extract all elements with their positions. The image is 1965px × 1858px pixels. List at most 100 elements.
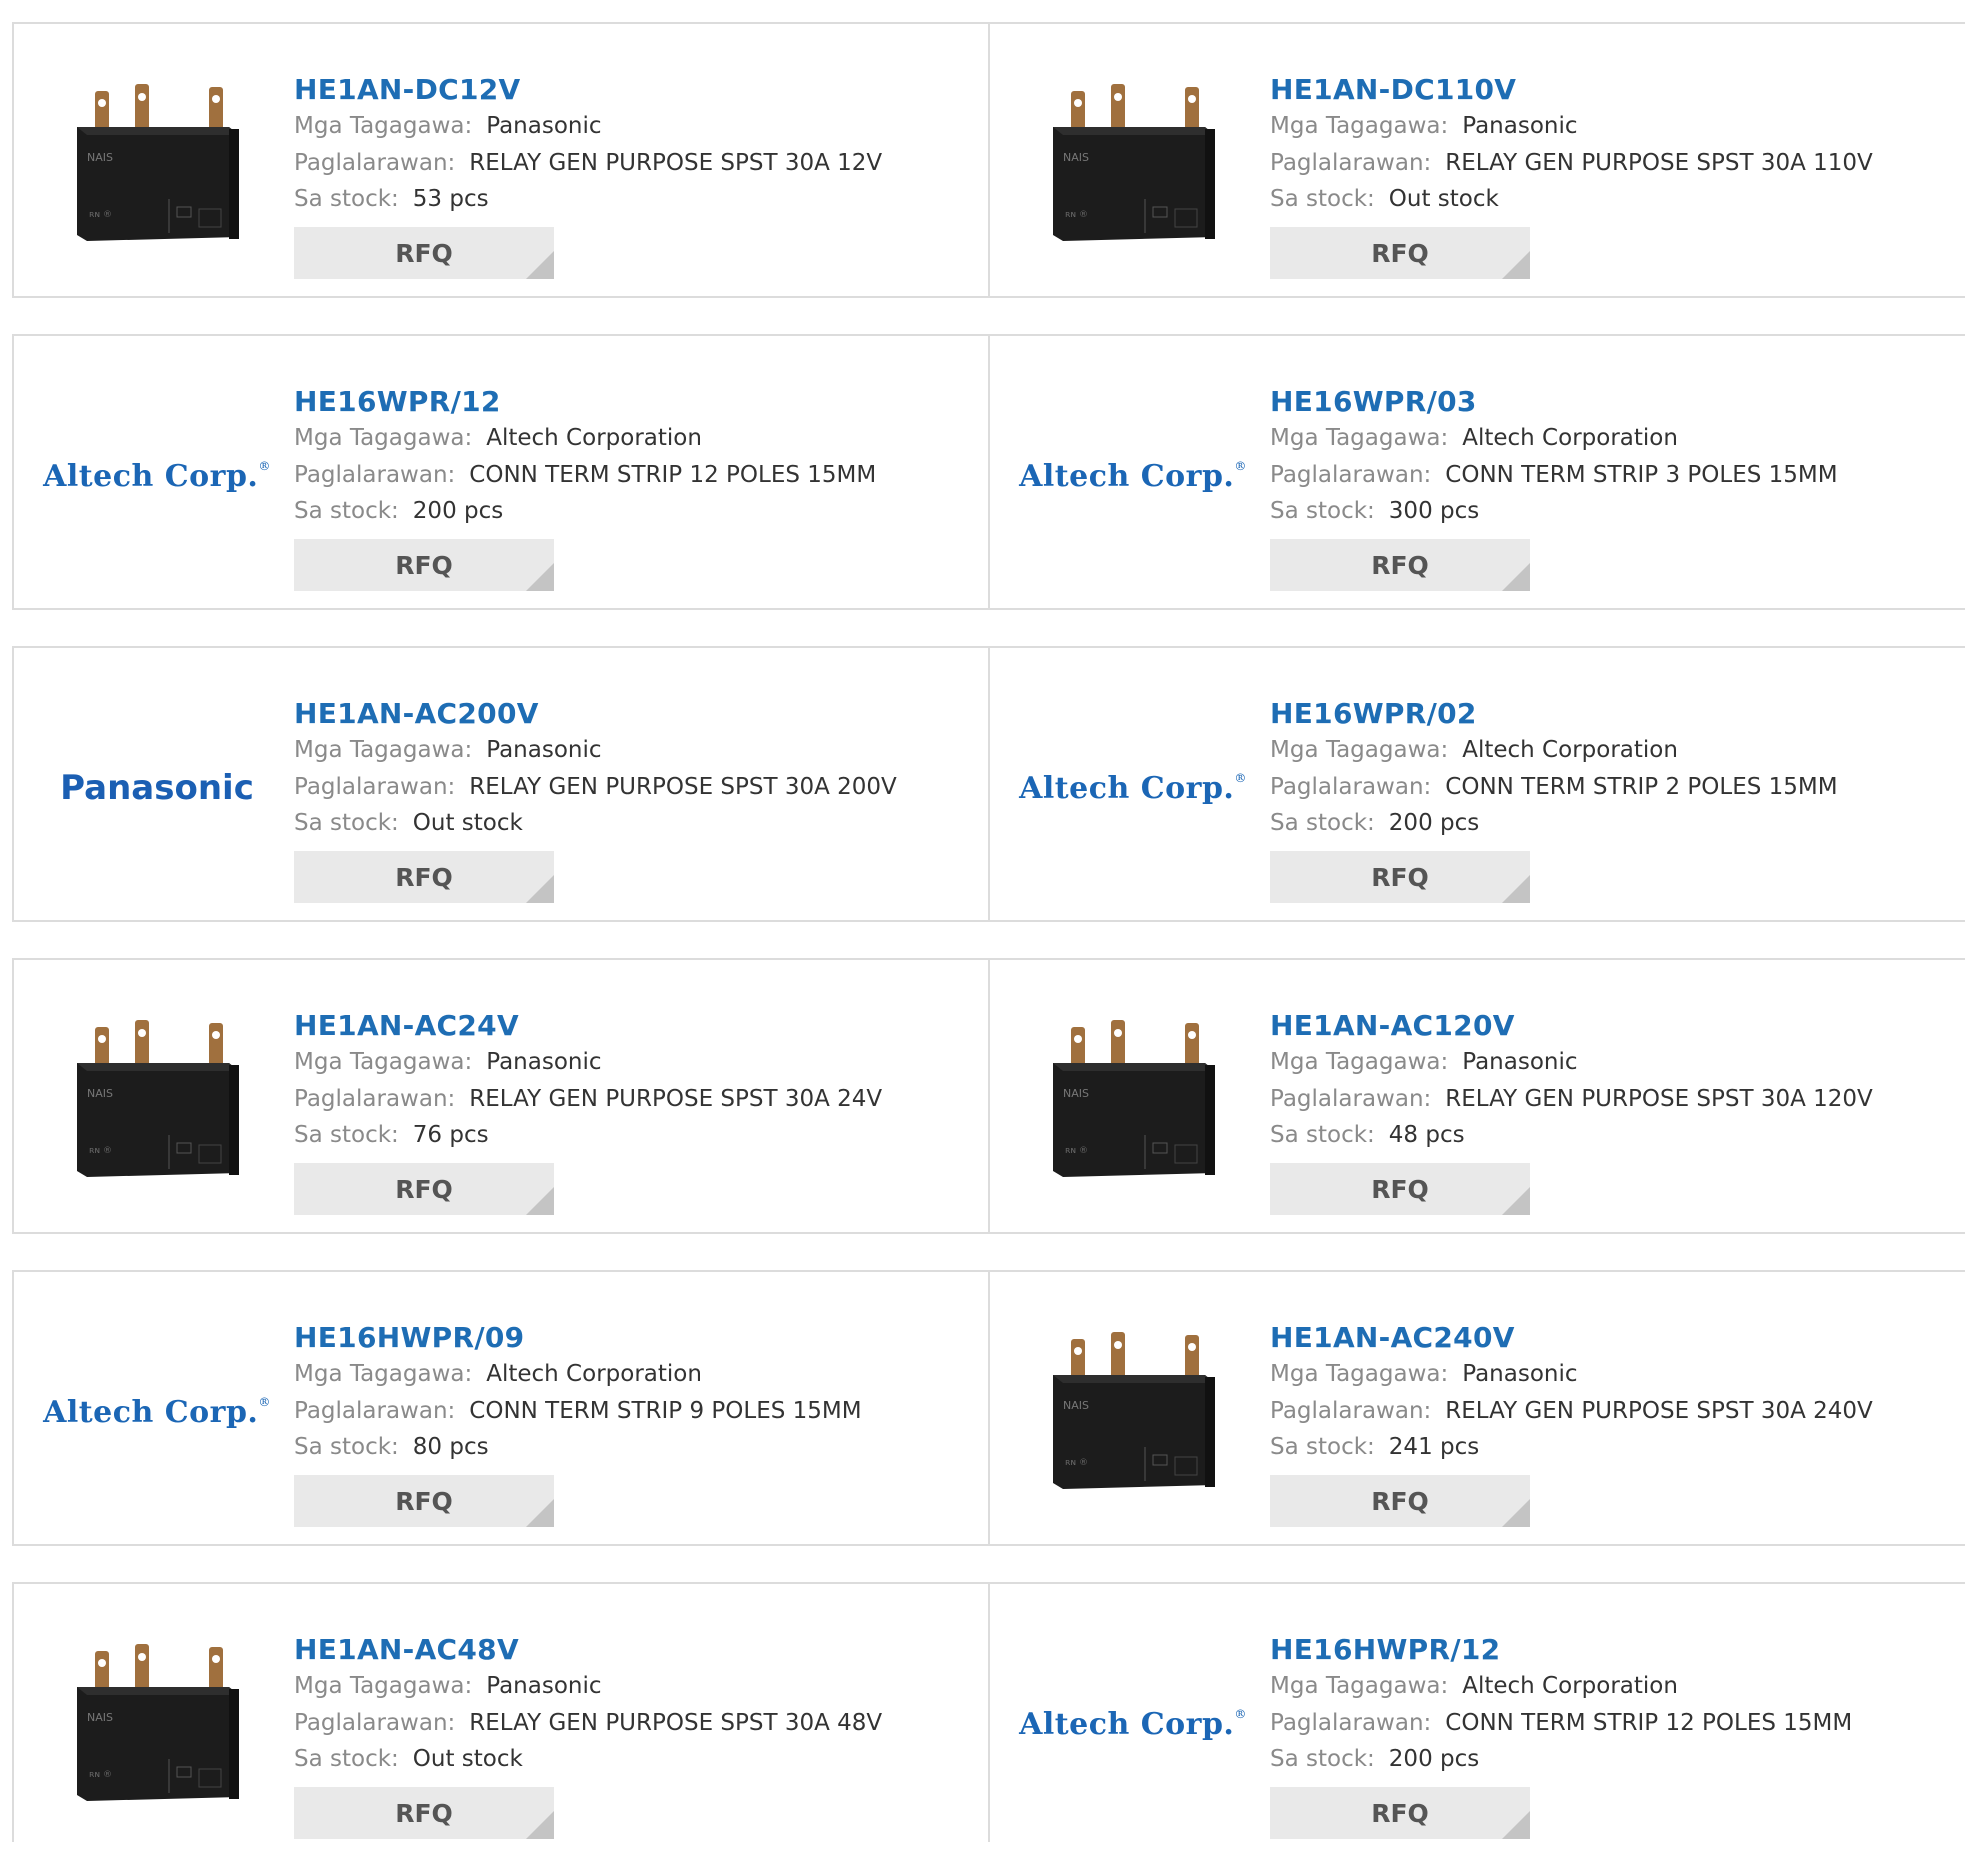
product-info: HE16WPR/12 Mga Tagagawa: Altech Corporatio… <box>294 384 876 591</box>
relay-product-image: NAIS ʀɴ ® <box>77 1020 239 1177</box>
description-label: Paglalarawan: <box>294 1086 456 1112</box>
rfq-button-label: RFQ <box>1371 862 1429 892</box>
stock-value: 241 pcs <box>1388 1434 1480 1460</box>
description-value: RELAY GEN PURPOSE SPST 30A 110V <box>1445 150 1873 176</box>
svg-text:ʀɴ ®: ʀɴ ® <box>89 1146 112 1156</box>
manufacturer-label: Mga Tagagawa: <box>1270 113 1449 139</box>
product-info: HE1AN-AC24V Mga Tagagawa: Panasonic Paglala… <box>294 1008 882 1215</box>
product-card: Altech Corp.® HE16WPR/03 Mga Tagagawa: Alte… <box>990 334 1965 610</box>
description: Paglalarawan: CONN TERM STRIP 3 POLES 15M… <box>1270 457 1838 494</box>
altech-logo[interactable]: Altech Corp.® <box>1019 376 1246 576</box>
panasonic-logo[interactable]: Panasonic <box>52 688 262 888</box>
corner-triangle-icon <box>526 1811 554 1839</box>
product-card: Panasonic HE1AN-AC200V Mga Tagagawa: Panaso… <box>12 646 990 922</box>
description-label: Paglalarawan: <box>1270 462 1432 488</box>
relay-product-image: NAIS ʀɴ ® <box>1053 1020 1215 1177</box>
manufacturer-label: Mga Tagagawa: <box>1270 1049 1449 1075</box>
stock: Sa stock: Out stock <box>1270 182 1873 217</box>
rfq-button[interactable]: RFQ <box>1270 851 1530 903</box>
svg-text:ʀɴ ®: ʀɴ ® <box>1065 210 1088 220</box>
part-number-link[interactable]: HE1AN-AC24V <box>294 1008 882 1044</box>
stock-label: Sa stock: <box>294 810 399 836</box>
stock-value: 200 pcs <box>1388 810 1480 836</box>
description-label: Paglalarawan: <box>294 1710 456 1736</box>
corner-triangle-icon <box>526 251 554 279</box>
description: Paglalarawan: RELAY GEN PURPOSE SPST 30A … <box>294 1705 882 1742</box>
rfq-button[interactable]: RFQ <box>1270 1787 1530 1839</box>
rfq-button[interactable]: RFQ <box>1270 1163 1530 1215</box>
product-card: NAIS ʀɴ ® HE1AN-AC120V Mga Tagagawa: Panas… <box>990 958 1965 1234</box>
description-label: Paglalarawan: <box>1270 1398 1432 1424</box>
rfq-button[interactable]: RFQ <box>1270 539 1530 591</box>
rfq-button[interactable]: RFQ <box>294 227 554 279</box>
product-card: NAIS ʀɴ ® HE1AN-DC110V Mga Tagagawa: Panas… <box>990 22 1965 298</box>
altech-logo[interactable]: Altech Corp.® <box>43 376 270 576</box>
product-row: NAIS ʀɴ ® HE1AN-AC24V Mga Tagagawa: Panaso… <box>12 958 1965 1234</box>
stock: Sa stock: 241 pcs <box>1270 1430 1873 1465</box>
part-number-link[interactable]: HE16WPR/12 <box>294 384 876 420</box>
manufacturer-label: Mga Tagagawa: <box>294 1361 473 1387</box>
description-value: RELAY GEN PURPOSE SPST 30A 120V <box>1445 1086 1873 1112</box>
product-card: NAIS ʀɴ ® HE1AN-DC12V Mga Tagagawa: Panaso… <box>12 22 990 298</box>
stock: Sa stock: 53 pcs <box>294 182 882 217</box>
product-thumbnail[interactable]: NAIS ʀɴ ® <box>1028 64 1238 264</box>
rfq-button-label: RFQ <box>1371 1486 1429 1516</box>
manufacturer: Mga Tagagawa: Altech Corporation <box>1270 732 1838 769</box>
stock: Sa stock: 200 pcs <box>1270 806 1838 841</box>
rfq-button[interactable]: RFQ <box>294 539 554 591</box>
rfq-button[interactable]: RFQ <box>1270 227 1530 279</box>
altech-logo-text: Altech Corp.® <box>43 458 271 494</box>
product-card: Altech Corp.® HE16HWPR/09 Mga Tagagawa: Alt… <box>12 1270 990 1546</box>
corner-triangle-icon <box>526 1187 554 1215</box>
part-number-link[interactable]: HE16WPR/02 <box>1270 696 1838 732</box>
part-number-link[interactable]: HE1AN-AC240V <box>1270 1320 1873 1356</box>
part-number-link[interactable]: HE1AN-AC200V <box>294 696 897 732</box>
part-number-link[interactable]: HE1AN-AC120V <box>1270 1008 1873 1044</box>
svg-text:ʀɴ ®: ʀɴ ® <box>89 1770 112 1780</box>
altech-logo[interactable]: Altech Corp.® <box>43 1312 270 1512</box>
manufacturer-label: Mga Tagagawa: <box>294 1673 473 1699</box>
description-value: RELAY GEN PURPOSE SPST 30A 240V <box>1445 1398 1873 1424</box>
product-thumbnail[interactable]: NAIS ʀɴ ® <box>52 64 262 264</box>
part-number-link[interactable]: HE16WPR/03 <box>1270 384 1838 420</box>
svg-text:NAIS: NAIS <box>1063 151 1089 164</box>
rfq-button-label: RFQ <box>395 1798 453 1828</box>
description-label: Paglalarawan: <box>1270 1710 1432 1736</box>
rfq-button-label: RFQ <box>1371 550 1429 580</box>
product-info: HE1AN-AC240V Mga Tagagawa: Panasonic Paglal… <box>1270 1320 1873 1527</box>
manufacturer-value: Panasonic <box>486 113 602 139</box>
part-number-link[interactable]: HE16HWPR/12 <box>1270 1632 1852 1668</box>
part-number-link[interactable]: HE1AN-DC110V <box>1270 72 1873 108</box>
manufacturer-value: Panasonic <box>1462 113 1578 139</box>
rfq-button[interactable]: RFQ <box>294 1163 554 1215</box>
product-thumbnail[interactable]: NAIS ʀɴ ® <box>52 1624 262 1824</box>
description-label: Paglalarawan: <box>1270 774 1432 800</box>
product-row: Altech Corp.® HE16WPR/12 Mga Tagagawa: Alte… <box>12 334 1965 610</box>
part-number-link[interactable]: HE1AN-AC48V <box>294 1632 882 1668</box>
product-thumbnail[interactable]: NAIS ʀɴ ® <box>1028 1312 1238 1512</box>
svg-text:ʀɴ ®: ʀɴ ® <box>89 210 112 220</box>
svg-text:ʀɴ ®: ʀɴ ® <box>1065 1458 1088 1468</box>
product-info: HE1AN-AC120V Mga Tagagawa: Panasonic Paglal… <box>1270 1008 1873 1215</box>
rfq-button[interactable]: RFQ <box>294 1787 554 1839</box>
rfq-button[interactable]: RFQ <box>1270 1475 1530 1527</box>
rfq-button-label: RFQ <box>1371 1798 1429 1828</box>
altech-logo[interactable]: Altech Corp.® <box>1019 688 1246 888</box>
relay-product-image: NAIS ʀɴ ® <box>77 1644 239 1801</box>
product-thumbnail[interactable]: NAIS ʀɴ ® <box>52 1000 262 1200</box>
stock-label: Sa stock: <box>1270 186 1375 212</box>
altech-logo[interactable]: Altech Corp.® <box>1019 1624 1246 1824</box>
manufacturer-label: Mga Tagagawa: <box>1270 1673 1449 1699</box>
stock: Sa stock: 200 pcs <box>1270 1742 1852 1777</box>
stock-label: Sa stock: <box>294 186 399 212</box>
rfq-button[interactable]: RFQ <box>294 1475 554 1527</box>
part-number-link[interactable]: HE1AN-DC12V <box>294 72 882 108</box>
manufacturer: Mga Tagagawa: Panasonic <box>1270 1356 1873 1393</box>
rfq-button[interactable]: RFQ <box>294 851 554 903</box>
product-thumbnail[interactable]: NAIS ʀɴ ® <box>1028 1000 1238 1200</box>
corner-triangle-icon <box>526 875 554 903</box>
manufacturer: Mga Tagagawa: Panasonic <box>294 1668 882 1705</box>
part-number-link[interactable]: HE16HWPR/09 <box>294 1320 862 1356</box>
description-value: CONN TERM STRIP 2 POLES 15MM <box>1445 774 1838 800</box>
product-row: Panasonic HE1AN-AC200V Mga Tagagawa: Panaso… <box>12 646 1965 922</box>
